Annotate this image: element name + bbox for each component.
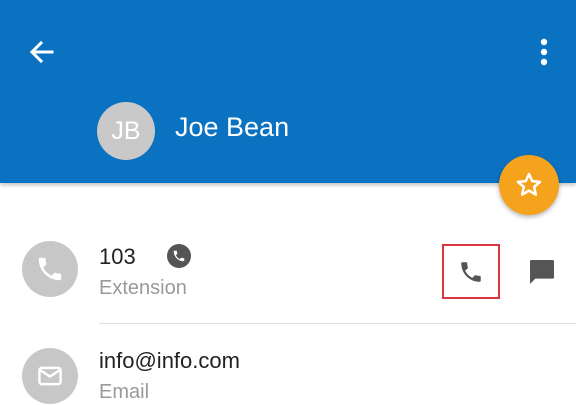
email-label: Email: [99, 381, 150, 403]
arrow-left-icon: [29, 40, 54, 64]
phone-icon: [461, 261, 481, 282]
more-options-button[interactable]: [526, 32, 562, 72]
extension-value: 103: [99, 244, 136, 269]
avatar: JB: [97, 102, 155, 160]
mail-circle-icon: [22, 348, 78, 404]
row-divider: [99, 323, 576, 324]
favorite-button[interactable]: [499, 155, 559, 215]
message-button[interactable]: [522, 252, 562, 292]
app-header: JB Joe Bean: [0, 0, 576, 183]
star-outline-icon: [516, 172, 542, 196]
avatar-initials: JB: [111, 116, 141, 145]
mail-icon: [38, 366, 62, 386]
back-button[interactable]: [22, 32, 62, 72]
phone-badge-icon: [167, 244, 191, 268]
phone-icon: [173, 250, 185, 262]
extension-label: Extension: [99, 277, 187, 299]
contact-name: Joe Bean: [175, 112, 290, 142]
message-icon: [530, 260, 554, 284]
phone-icon: [38, 257, 62, 281]
email-value[interactable]: info@info.com: [99, 348, 240, 374]
call-button[interactable]: [442, 244, 500, 299]
more-vertical-icon: [540, 38, 548, 66]
phone-circle-icon: [22, 241, 78, 297]
